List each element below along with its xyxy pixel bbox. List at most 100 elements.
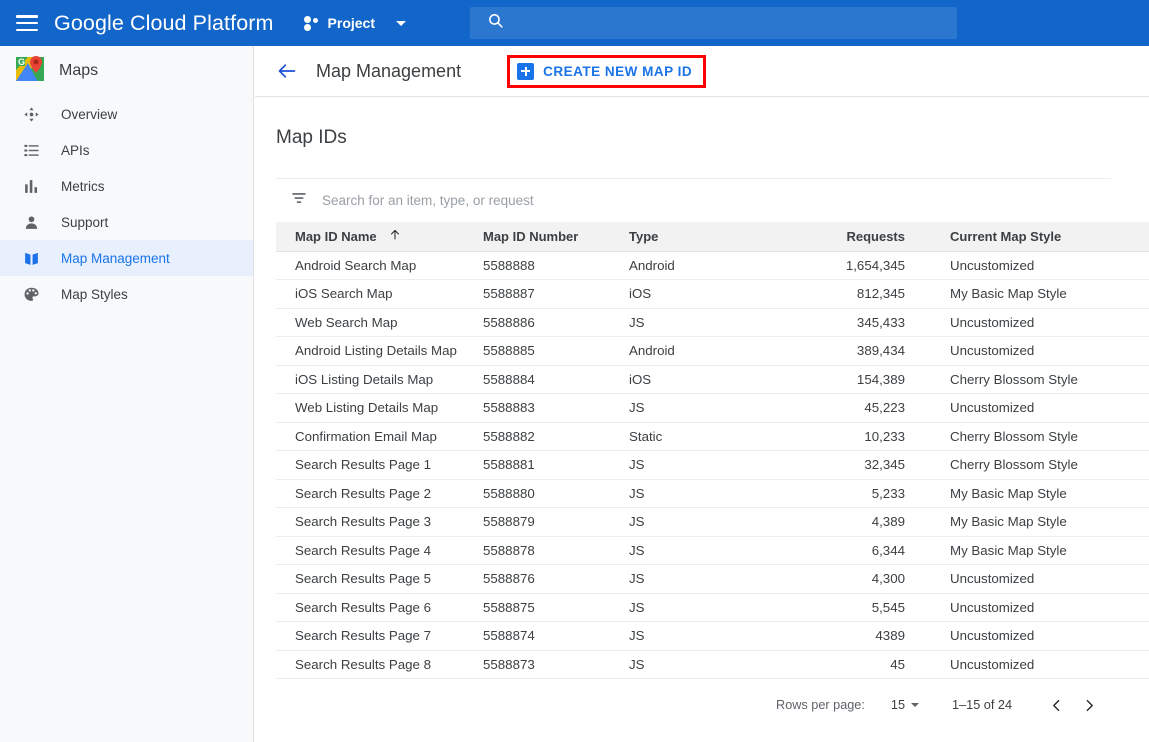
sidebar-item-map-styles[interactable]: Map Styles xyxy=(0,276,253,312)
sidebar-item-metrics[interactable]: Metrics xyxy=(0,168,253,204)
cell-requests: 4389 xyxy=(772,621,930,651)
cell-requests: 154,389 xyxy=(772,365,930,394)
cell-map-id-number: 5588885 xyxy=(483,336,629,366)
sidebar-item-map-management[interactable]: Map Management xyxy=(0,240,253,276)
column-label: Map ID Number xyxy=(483,228,579,244)
table-row[interactable]: Web Search Map 5588886 JS 345,433 Uncustomiz… xyxy=(276,308,1149,337)
cell-type: Android xyxy=(629,336,772,366)
cell-map-id-name: Web Search Map xyxy=(276,308,483,337)
create-new-map-id-button[interactable]: CREATE NEW MAP ID xyxy=(507,54,707,88)
cell-map-id-number: 5588873 xyxy=(483,650,629,679)
column-header-requests[interactable]: Requests xyxy=(772,222,930,251)
table-row[interactable]: Search Results Page 8 5588873 JS 45 Uncustom… xyxy=(276,650,1149,679)
sidebar-item-apis[interactable]: APIs xyxy=(0,132,253,168)
column-label: Type xyxy=(629,228,659,244)
table-row[interactable]: Search Results Page 3 5588879 JS 4,389 My Ba… xyxy=(276,507,1149,537)
cell-map-id-name: Android Search Map xyxy=(276,250,483,280)
cell-map-id-name: iOS Listing Details Map xyxy=(276,365,483,394)
cell-map-id-name: Search Results Page 1 xyxy=(276,450,483,480)
rows-per-page-label: Rows per page: xyxy=(776,698,865,712)
cell-requests: 4,389 xyxy=(772,507,930,537)
column-header-map-id-number[interactable]: Map ID Number xyxy=(483,222,629,251)
cell-current-map-style: Cherry Blossom Style xyxy=(930,450,1149,480)
cell-map-id-number: 5588880 xyxy=(483,479,629,508)
cell-map-id-name: Search Results Page 3 xyxy=(276,507,483,537)
cell-requests: 812,345 xyxy=(772,279,930,309)
table-body: Android Search Map 5588888 Android 1,654,34… xyxy=(276,250,1149,679)
table-row[interactable]: iOS Listing Details Map 5588884 iOS 154,389… xyxy=(276,365,1149,394)
table-row[interactable]: Search Results Page 4 5588878 JS 6,344 My Ba… xyxy=(276,536,1149,565)
cell-type: JS xyxy=(629,308,772,337)
cell-current-map-style: Uncustomized xyxy=(930,621,1149,651)
table-row[interactable]: Search Results Page 2 5588880 JS 5,233 My Ba… xyxy=(276,479,1149,508)
pagination-range-label: 1–15 of 24 xyxy=(952,698,1012,712)
sidebar-item-label: Support xyxy=(61,214,109,230)
table-row[interactable]: Android Listing Details Map 5588885 Androi… xyxy=(276,336,1149,366)
cell-requests: 45,223 xyxy=(772,393,930,423)
cell-map-id-number: 5588884 xyxy=(483,365,629,394)
column-header-type[interactable]: Type xyxy=(629,222,772,251)
cell-map-id-name: Web Listing Details Map xyxy=(276,393,483,423)
table-row[interactable]: iOS Search Map 5588887 iOS 812,345 My Basic … xyxy=(276,279,1149,309)
sidebar-item-label: Metrics xyxy=(61,178,105,194)
cell-current-map-style: Uncustomized xyxy=(930,308,1149,337)
next-page-button[interactable] xyxy=(1073,697,1106,714)
cell-map-id-name: Confirmation Email Map xyxy=(276,422,483,451)
sidebar-item-label: Map Styles xyxy=(61,286,128,302)
cell-map-id-number: 5588882 xyxy=(483,422,629,451)
section-title: Map IDs xyxy=(276,127,347,148)
cell-type: JS xyxy=(629,393,772,423)
cell-map-id-name: Search Results Page 8 xyxy=(276,650,483,679)
chevron-down-icon[interactable] xyxy=(396,20,407,26)
cell-current-map-style: My Basic Map Style xyxy=(930,279,1149,309)
sidebar-item-overview[interactable]: Overview xyxy=(0,96,253,132)
cell-current-map-style: My Basic Map Style xyxy=(930,536,1149,565)
cell-map-id-name: iOS Search Map xyxy=(276,279,483,309)
table-filter-input[interactable]: Search for an item, type, or request xyxy=(322,193,534,208)
map-ids-table-card: Search for an item, type, or request Map… xyxy=(276,178,1149,731)
project-picker[interactable]: Project xyxy=(303,15,407,31)
column-header-current-map-style[interactable]: Current Map Style xyxy=(930,222,1149,251)
search-icon xyxy=(487,12,504,34)
table-pagination: Rows per page: 15 1–15 of 24 xyxy=(276,679,1111,731)
back-arrow-icon[interactable] xyxy=(276,61,298,81)
table-header-row: Map ID Name Map ID Number Type Requests … xyxy=(276,222,1149,251)
table-row[interactable]: Search Results Page 6 5588875 JS 5,545 Uncus… xyxy=(276,593,1149,622)
cell-current-map-style: Cherry Blossom Style xyxy=(930,365,1149,394)
content-header: Map Management CREATE NEW MAP ID xyxy=(255,46,1149,97)
table-filter-row[interactable]: Search for an item, type, or request xyxy=(276,179,1111,222)
top-app-bar: Google Cloud Platform Project xyxy=(0,0,1149,46)
cell-type: Android xyxy=(629,250,772,280)
cell-map-id-name: Search Results Page 7 xyxy=(276,621,483,651)
cell-map-id-name: Search Results Page 2 xyxy=(276,479,483,508)
table-row[interactable]: Web Listing Details Map 5588883 JS 45,223 Un… xyxy=(276,393,1149,423)
cell-current-map-style: Uncustomized xyxy=(930,564,1149,594)
cell-current-map-style: Uncustomized xyxy=(930,650,1149,679)
product-header: G Maps xyxy=(0,46,253,96)
bar-chart-icon xyxy=(22,177,41,196)
cell-type: JS xyxy=(629,536,772,565)
rows-per-page-select[interactable]: 15 xyxy=(891,698,920,712)
table-row[interactable]: Search Results Page 1 5588881 JS 32,345 Cher… xyxy=(276,450,1149,480)
create-new-map-id-label: CREATE NEW MAP ID xyxy=(543,63,693,79)
sort-ascending-arrow-icon[interactable] xyxy=(389,228,401,244)
hamburger-menu-icon[interactable] xyxy=(16,15,38,31)
cell-requests: 45 xyxy=(772,650,930,679)
table-row[interactable]: Search Results Page 7 5588874 JS 4389 Uncust… xyxy=(276,621,1149,651)
table-row[interactable]: Android Search Map 5588888 Android 1,654,34… xyxy=(276,250,1149,280)
cell-map-id-name: Android Listing Details Map xyxy=(276,336,483,366)
sidebar-item-support[interactable]: Support xyxy=(0,204,253,240)
table-row[interactable]: Confirmation Email Map 5588882 Static 10,23… xyxy=(276,422,1149,451)
brand-platform-text: Cloud Platform xyxy=(129,10,274,35)
previous-page-button[interactable] xyxy=(1040,697,1073,714)
overview-move-icon xyxy=(22,105,41,124)
project-dots-icon xyxy=(303,15,321,31)
cell-current-map-style: Cherry Blossom Style xyxy=(930,422,1149,451)
global-search-input[interactable] xyxy=(470,7,957,39)
column-header-map-id-name[interactable]: Map ID Name xyxy=(276,222,483,251)
cell-type: iOS xyxy=(629,279,772,309)
table-row[interactable]: Search Results Page 5 5588876 JS 4,300 Uncus… xyxy=(276,564,1149,594)
cell-requests: 6,344 xyxy=(772,536,930,565)
cell-requests: 5,545 xyxy=(772,593,930,622)
cell-map-id-name: Search Results Page 6 xyxy=(276,593,483,622)
